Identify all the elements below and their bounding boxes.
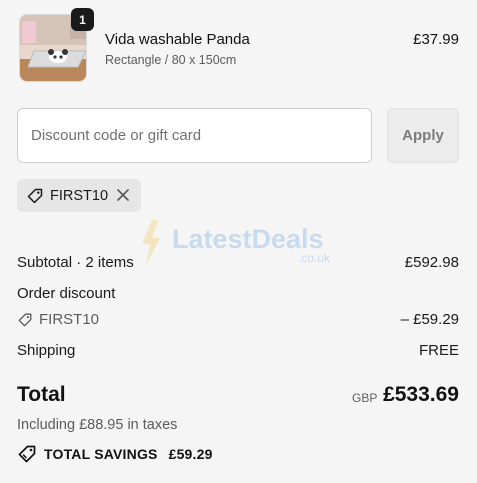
applied-discount-code: FIRST10 (50, 187, 109, 204)
product-variant: Rectangle / 80 x 150cm (105, 53, 237, 67)
order-discount-label: Order discount (17, 285, 116, 302)
tag-icon (26, 187, 44, 205)
total-value: £533.69 (383, 383, 459, 406)
discount-code-label: FIRST10 (39, 311, 100, 328)
subtotal-value: £592.98 (404, 254, 459, 271)
product-price: £37.99 (413, 31, 459, 48)
quantity-badge: 1 (71, 8, 94, 31)
shipping-value: FREE (418, 342, 459, 359)
total-savings: TOTAL SAVINGS £59.29 (17, 444, 213, 464)
tag-icon (17, 312, 33, 328)
discount-code-input[interactable] (17, 108, 372, 163)
subtotal-row: Subtotal · 2 items £592.98 (17, 254, 459, 271)
savings-tag-icon (17, 444, 37, 464)
cart-line-item: 1 Vida washable Panda Rectangle / 80 x 1… (19, 8, 459, 84)
total-label: Total (17, 383, 66, 406)
watermark-brand: LatestDeals (172, 224, 324, 254)
discount-code-row: FIRST10 – £59.29 (17, 311, 459, 328)
subtotal-label: Subtotal · 2 items (17, 254, 134, 271)
apply-discount-button[interactable]: Apply (387, 108, 459, 163)
shipping-label: Shipping (17, 342, 76, 359)
shipping-row: Shipping FREE (17, 342, 459, 359)
discount-value: – £59.29 (400, 311, 459, 328)
applied-discount-chip: FIRST10 (17, 179, 141, 212)
currency-code: GBP (352, 391, 378, 405)
order-discount-row: Order discount (17, 285, 459, 302)
savings-value: £59.29 (168, 446, 213, 462)
product-name: Vida washable Panda (105, 31, 250, 48)
close-icon[interactable] (115, 187, 131, 203)
taxes-note: Including £88.95 in taxes (17, 417, 178, 433)
savings-label: TOTAL SAVINGS (44, 446, 158, 462)
